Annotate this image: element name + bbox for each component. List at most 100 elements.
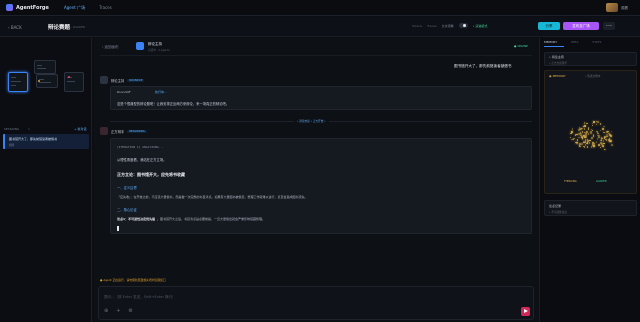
brain-particle bbox=[591, 129, 594, 132]
attach-icon[interactable]: ⊕ bbox=[104, 308, 108, 314]
status-dot bbox=[38, 80, 40, 82]
brain-particle bbox=[591, 122, 594, 125]
message-composer[interactable]: 提问…（按 Enter 发送，Shift+Enter 换行） ⊕ + ⚙ bbox=[98, 286, 534, 320]
share-button[interactable]: 分享 bbox=[538, 22, 560, 30]
traces-button[interactable]: Traces bbox=[427, 24, 437, 28]
status-dot bbox=[68, 76, 70, 78]
back-label: BACK bbox=[10, 25, 22, 30]
brain-particle bbox=[595, 141, 598, 143]
brain-particle bbox=[608, 138, 611, 140]
brain-particle bbox=[603, 131, 605, 134]
message-header: 辩论主持 ROUNDUP bbox=[100, 76, 145, 84]
brain-particle bbox=[595, 123, 598, 126]
brain-particle bbox=[591, 137, 593, 139]
brain-visualization bbox=[568, 118, 614, 154]
top-nav: Agent 广场 Traces bbox=[64, 5, 112, 11]
page-header: ‹ BACK 辩论赛题 • LOADED Tokens Traces 允许观看 … bbox=[0, 17, 640, 37]
tab-agent-plaza[interactable]: Agent 广场 bbox=[64, 5, 85, 11]
publish-button[interactable]: 发布至广场 bbox=[563, 22, 599, 30]
brain-particle bbox=[607, 130, 609, 133]
brain-particle bbox=[579, 145, 582, 147]
argument-label: 论点1：不可逆性决定优先级 bbox=[117, 217, 156, 221]
app-logo[interactable]: AgentForge bbox=[6, 4, 49, 11]
evolve-mode-link[interactable]: • 演进模式 bbox=[473, 24, 488, 28]
logo-icon bbox=[6, 4, 13, 11]
agent-name: 辩论主持 bbox=[148, 42, 162, 46]
brain-particle bbox=[597, 121, 599, 123]
message-text: 。图书馆开大之后，书目清点是必要前提，一旦大量借出就会严重影响馆藏整理。 bbox=[157, 217, 266, 221]
message-card: Roundoff 执行中... 这是个很典型的辩论题呢！让我安排正反两方来辩论，… bbox=[110, 86, 532, 110]
brain-particle bbox=[597, 132, 599, 135]
minimap-node[interactable] bbox=[34, 60, 56, 74]
brain-particle bbox=[583, 128, 586, 130]
argument-log-card[interactable]: 论点记录 • 不可逆性论证 bbox=[544, 200, 637, 216]
page-title: 辩论赛题 bbox=[48, 25, 71, 31]
more-button[interactable]: ••• bbox=[603, 22, 615, 30]
brain-particle bbox=[598, 136, 600, 139]
agent-card-title: • 辩论主持 bbox=[549, 55, 564, 59]
brain-particle bbox=[578, 145, 581, 147]
brain-particle bbox=[587, 128, 590, 130]
brain-particle bbox=[583, 122, 586, 125]
brain-particle bbox=[598, 144, 600, 146]
message-card: [ITERATION 1] ANALYZING... 从理性角度看，我站在正方立… bbox=[110, 138, 532, 234]
brain-particle bbox=[608, 132, 610, 134]
brain-particle bbox=[571, 128, 574, 130]
brain-particle bbox=[585, 132, 587, 134]
user-avatar[interactable] bbox=[606, 3, 618, 12]
tool-call-status: 执行中... bbox=[155, 90, 167, 94]
tab-idea[interactable]: IDEA bbox=[571, 40, 578, 44]
sessions-label: SESSIONS bbox=[4, 127, 20, 131]
agent-card[interactable]: • 辩论主持 • 正方立论辩手 bbox=[544, 52, 637, 66]
watch-toggle[interactable] bbox=[458, 23, 468, 28]
user-name[interactable]: 观看 bbox=[621, 6, 628, 11]
brain-particle bbox=[583, 145, 585, 148]
session-title: 图书馆开大了，那先前馆读者被借书 bbox=[9, 137, 58, 141]
brain-particle bbox=[603, 142, 605, 145]
tokens-button[interactable]: Tokens bbox=[412, 24, 422, 28]
user-message: 图书馆开大了，那先前馆读者被借书 bbox=[454, 64, 512, 68]
brain-particle bbox=[589, 139, 591, 142]
brain-particle bbox=[590, 146, 593, 148]
brain-particle bbox=[610, 140, 612, 142]
brain-particle bbox=[570, 132, 572, 135]
log-card-title: 论点记录 bbox=[549, 204, 562, 208]
composer-input[interactable]: 提问…（按 Enter 发送，Shift+Enter 换行） bbox=[104, 295, 176, 300]
chat-panel: ‹ 返回画布 辩论主持 对话中 · 2 agents ● ONLINE 图书馆开… bbox=[94, 38, 538, 322]
log-card-line: • 不可逆性论证 bbox=[549, 211, 567, 214]
thinking-status: THINKING bbox=[564, 180, 577, 183]
brain-particle bbox=[610, 135, 612, 137]
right-panel: MEMORY IDEA STATS • 辩论主持 • 正方立论辩手 ◉ MEMO… bbox=[539, 38, 640, 322]
message-text: 从理性角度看，我站在正方立场。 bbox=[117, 158, 167, 162]
session-time: 刚刚 bbox=[9, 144, 15, 147]
agent-avatar bbox=[100, 76, 108, 84]
session-item[interactable]: 图书馆开大了，那先前馆读者被借书 刚刚 bbox=[3, 134, 89, 149]
brain-particle bbox=[593, 142, 595, 145]
memory-card-title: ◉ MEMORY bbox=[549, 74, 566, 78]
canvas-minimap[interactable] bbox=[4, 58, 88, 134]
settings-icon[interactable]: ⚙ bbox=[128, 308, 132, 314]
brain-particle bbox=[596, 138, 599, 140]
brain-particle bbox=[576, 139, 579, 141]
iteration-line: [ITERATION 1] ANALYZING... bbox=[117, 145, 164, 149]
brain-particle bbox=[572, 138, 574, 141]
send-button[interactable] bbox=[521, 307, 530, 316]
top-bar: AgentForge Agent 广场 Traces 观看 bbox=[0, 0, 640, 16]
brain-particle bbox=[581, 143, 583, 145]
agent-card-line: • 正方立论辩手 bbox=[549, 62, 567, 65]
tab-memory[interactable]: MEMORY bbox=[544, 40, 557, 44]
add-icon[interactable]: + bbox=[116, 308, 120, 314]
minimap-node-selected[interactable] bbox=[8, 72, 28, 92]
handoff-label: • 辩论交接 • 正方开始 • bbox=[294, 119, 329, 123]
brain-particle bbox=[584, 125, 586, 127]
brain-particle bbox=[599, 123, 602, 125]
brain-particle bbox=[580, 133, 582, 135]
tab-traces[interactable]: Traces bbox=[99, 5, 112, 11]
new-session-button[interactable]: + 新对话 bbox=[74, 127, 86, 131]
brain-particle bbox=[599, 146, 602, 149]
brain-particle bbox=[605, 139, 608, 141]
back-button[interactable]: ‹ BACK bbox=[8, 25, 22, 30]
back-to-canvas-button[interactable]: ‹ 返回画布 bbox=[102, 45, 119, 50]
tab-stats[interactable]: STATS bbox=[592, 40, 601, 44]
minimap-node[interactable] bbox=[64, 72, 84, 92]
